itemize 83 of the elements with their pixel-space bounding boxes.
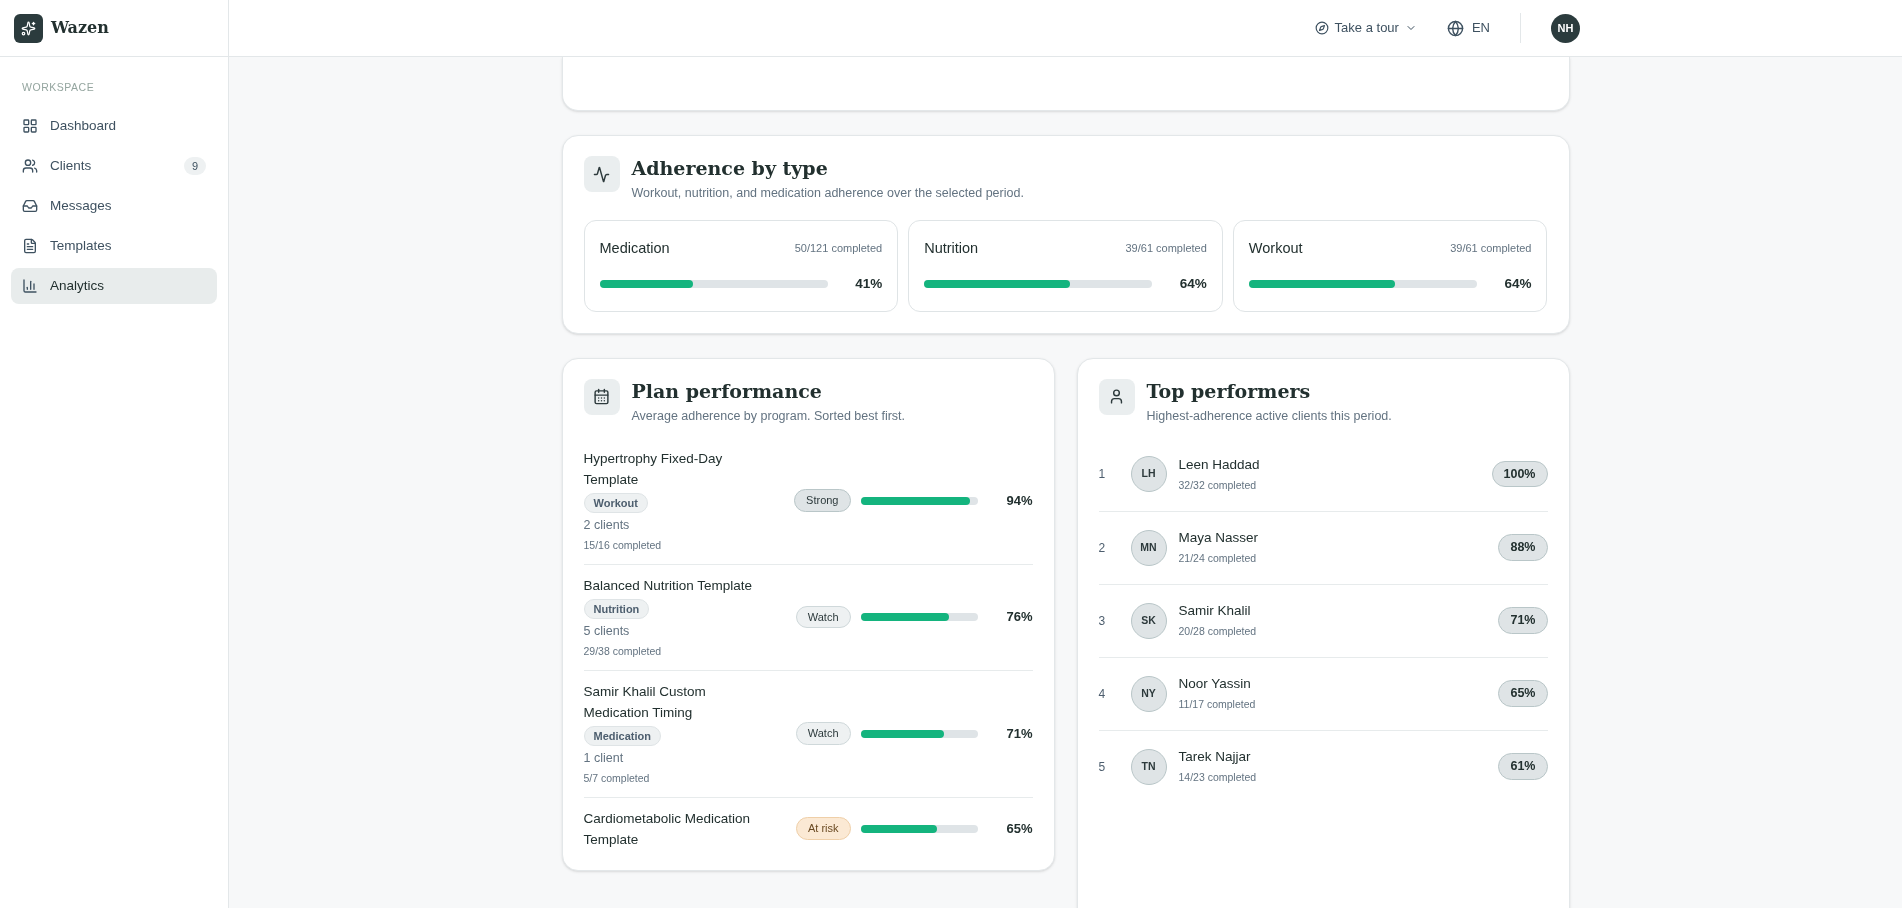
inbox-icon (22, 197, 38, 214)
card-title: Plan performance (631, 378, 823, 403)
client-name: Samir Khalil (1178, 602, 1252, 620)
nav-item[interactable]: Clients 9 (11, 147, 217, 184)
percent-value: 41% (855, 274, 883, 293)
plan-name: Cardiometabolic Medication Template (583, 809, 752, 849)
plan-name: Balanced Nutrition Template (583, 576, 753, 595)
percent-badge: 71% (1498, 607, 1548, 634)
compass-icon (1314, 21, 1329, 35)
nav-item[interactable]: Messages (11, 187, 217, 224)
completed-count: 39/61 completed (1450, 241, 1532, 257)
completed-count: 32/32 completed (1178, 477, 1258, 493)
initials-avatar: MN (1130, 529, 1167, 566)
client-count: 5 clients (583, 623, 630, 640)
percent-badge: 100% (1491, 460, 1548, 488)
percent-badge: 65% (1498, 680, 1548, 707)
nav-item[interactable]: Templates (11, 227, 217, 264)
rank-number: 3 (1098, 612, 1107, 630)
status-badge: At risk (795, 817, 851, 840)
initials-avatar: LH (1130, 456, 1167, 492)
completed-count: 15/16 completed (583, 537, 662, 553)
percent-value: 65% (1005, 819, 1033, 838)
plan-name: Samir Khalil Custom Medication Timing (583, 682, 707, 722)
bar-chart-icon (22, 277, 38, 294)
completed-count: 20/28 completed (1178, 624, 1258, 640)
logo-icon (14, 13, 43, 43)
card-title: Adherence by type (631, 156, 829, 180)
percent-badge: 88% (1498, 534, 1548, 561)
completed-count: 50/121 completed (794, 241, 883, 257)
initials-avatar: TN (1130, 748, 1167, 785)
pulse-icon (583, 156, 620, 192)
status-badge: Watch (795, 605, 851, 629)
user-avatar[interactable]: NH (1551, 13, 1580, 43)
client-name: Leen Haddad (1178, 455, 1261, 474)
completed-count: 29/38 completed (583, 643, 662, 659)
calendar-icon (583, 378, 620, 415)
rank-number: 2 (1098, 539, 1107, 557)
percent-value: 76% (1005, 608, 1033, 627)
initials-avatar: SK (1130, 602, 1167, 639)
type-name: Workout (1248, 238, 1303, 258)
client-name: Tarek Najjar (1178, 748, 1252, 766)
percent-value: 64% (1179, 274, 1207, 293)
language-button[interactable]: EN (1446, 18, 1490, 38)
document-icon (22, 237, 38, 254)
completed-count: 5/7 completed (583, 770, 650, 786)
client-name: Noor Yassin (1178, 675, 1252, 693)
completed-count: 14/23 completed (1178, 770, 1258, 786)
rank-number: 4 (1098, 685, 1107, 703)
completed-count: 39/61 completed (1125, 241, 1207, 257)
user-icon (1098, 378, 1135, 415)
category-tag: Workout (583, 492, 648, 513)
plan-name: Hypertrophy Fixed-Day Template (583, 449, 724, 489)
client-name: Maya Nasser (1178, 529, 1260, 547)
nav-item[interactable]: Dashboard (11, 107, 217, 144)
card-subtitle: Average adherence by program. Sorted best first. (631, 407, 906, 425)
category-tag: Nutrition (583, 598, 650, 619)
status-badge: Watch (795, 722, 851, 745)
card-subtitle: Highest-adherence active clients this period. (1146, 407, 1392, 425)
grid-icon (22, 117, 38, 134)
percent-value: 94% (1005, 491, 1033, 510)
count-badge: 9 (183, 156, 206, 175)
users-icon (22, 157, 38, 174)
nav-item[interactable]: Analytics (11, 267, 217, 304)
globe-icon (1446, 19, 1464, 37)
tour-button[interactable]: Take a tour (1314, 18, 1417, 38)
rank-number: 1 (1098, 466, 1107, 483)
status-badge: Strong (794, 489, 851, 512)
percent-value: 71% (1005, 724, 1033, 743)
completed-count: 11/17 completed (1178, 697, 1257, 713)
percent-badge: 61% (1498, 753, 1548, 780)
completed-count: 21/24 completed (1178, 551, 1258, 567)
section-label: WORKSPACE (21, 80, 96, 95)
card-subtitle: Workout, nutrition, and medication adherence over the selected period. (631, 185, 1024, 202)
client-count: 1 client (583, 750, 624, 767)
percent-value: 64% (1504, 274, 1532, 293)
client-count: 2 clients (583, 517, 630, 534)
rank-number: 5 (1098, 758, 1107, 776)
type-name: Medication (599, 238, 670, 258)
initials-avatar: NY (1130, 675, 1167, 712)
brand-name: Wazen (51, 17, 109, 39)
category-tag: Medication (583, 725, 661, 746)
card-title: Top performers (1146, 378, 1312, 403)
type-name: Nutrition (924, 238, 979, 258)
